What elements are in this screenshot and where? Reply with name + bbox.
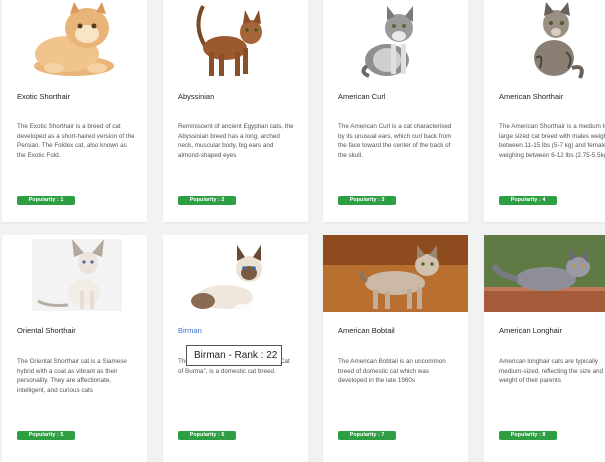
cat-card[interactable]: American Longhair American longhair cats… — [484, 235, 605, 462]
cat-name[interactable]: Exotic Shorthair — [17, 92, 70, 101]
cat-name[interactable]: American Bobtail — [338, 326, 395, 335]
cat-description: Reminiscent of ancient Egyptian cats, th… — [178, 123, 294, 159]
cat-description: The American Curl is a cat characterised… — [338, 123, 452, 159]
cat-image — [484, 0, 605, 80]
cat-name[interactable]: Oriental Shorthair — [17, 326, 76, 335]
cat-description: The Exotic Shorthair is a breed of cat d… — [17, 123, 135, 159]
cat-name[interactable]: American Shorthair — [499, 92, 563, 101]
cat-card-grid: Exotic Shorthair The Exotic Shorthair is… — [0, 0, 605, 462]
cat-description: American longhair cats are typically med… — [499, 358, 603, 385]
cat-description: The American Bobtail is an uncommon bree… — [338, 358, 446, 385]
popularity-badge: Popularity : 2 — [178, 196, 236, 205]
popularity-badge: Popularity : 4 — [499, 196, 557, 205]
cat-card[interactable]: Exotic Shorthair The Exotic Shorthair is… — [2, 0, 147, 222]
cat-card[interactable]: American Curl The American Curl is a cat… — [323, 0, 468, 222]
cat-image — [163, 235, 308, 312]
cat-image — [2, 0, 147, 80]
popularity-badge: Popularity : 6 — [178, 431, 236, 440]
popularity-badge: Popularity : 7 — [338, 431, 396, 440]
cat-image — [323, 0, 468, 80]
cat-image — [484, 235, 605, 312]
cat-image — [2, 235, 147, 312]
popularity-badge: Popularity : 5 — [17, 431, 75, 440]
rank-tooltip: Birman - Rank : 22 — [186, 345, 282, 366]
popularity-badge: Popularity : 3 — [338, 196, 396, 205]
popularity-badge: Popularity : 8 — [499, 431, 557, 440]
cat-card[interactable]: Abyssinian Reminiscent of ancient Egypti… — [163, 0, 308, 222]
cat-image — [323, 235, 468, 312]
cat-description: The American Shorthair is a medium to la… — [499, 123, 605, 159]
cat-name[interactable]: American Longhair — [499, 326, 562, 335]
cat-card[interactable]: Oriental Shorthair The Oriental Shorthai… — [2, 235, 147, 462]
popularity-badge: Popularity : 1 — [17, 196, 75, 205]
cat-card[interactable]: American Bobtail The American Bobtail is… — [323, 235, 468, 462]
cat-description: The Oriental Shorthair cat is a Siamese … — [17, 358, 127, 394]
cat-image — [163, 0, 308, 80]
cat-name[interactable]: Abyssinian — [178, 92, 214, 101]
cat-card[interactable]: American Shorthair The American Shorthai… — [484, 0, 605, 222]
cat-name[interactable]: Birman — [178, 326, 202, 335]
cat-name[interactable]: American Curl — [338, 92, 386, 101]
